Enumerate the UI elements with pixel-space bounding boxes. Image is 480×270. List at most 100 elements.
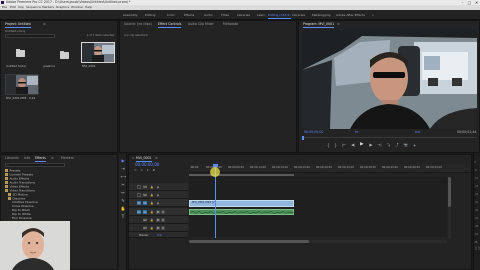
- workspace-tab[interactable]: Audio: [204, 13, 213, 17]
- clip-thumbnail[interactable]: [5, 74, 39, 95]
- panel-menu-icon[interactable]: ≡: [155, 156, 158, 160]
- workspace-tab[interactable]: Titles: [221, 13, 229, 17]
- slip-tool-icon[interactable]: ↔: [121, 190, 126, 195]
- mute-button[interactable]: M: [156, 218, 160, 222]
- quality-select[interactable]: Full: [415, 131, 420, 134]
- eye-icon[interactable]: ◉: [156, 201, 160, 205]
- playhead-marker[interactable]: [302, 135, 304, 140]
- effects-tree-item[interactable]: Film Dissolve: [12, 217, 32, 220]
- workspace-more-button[interactable]: »: [372, 13, 374, 17]
- horizontal-scrollbar[interactable]: [189, 240, 447, 243]
- eye-icon[interactable]: ◉: [156, 193, 160, 197]
- audio-clip[interactable]: [189, 209, 296, 215]
- mute-button[interactable]: M: [156, 210, 160, 214]
- workspace-tab[interactable]: Libraries: [237, 13, 250, 17]
- lift-button[interactable]: ⤵: [387, 143, 391, 148]
- eye-icon[interactable]: ◉: [156, 185, 160, 189]
- program-video-frame[interactable]: [302, 30, 477, 129]
- menu-window[interactable]: Window: [71, 6, 83, 9]
- track-label[interactable]: V2: [143, 193, 147, 197]
- linked-selection-icon[interactable]: ∞: [141, 169, 144, 173]
- lock-icon[interactable]: 🔒: [150, 201, 154, 205]
- tab-effect-controls[interactable]: Effect Controls: [158, 22, 182, 28]
- source-patch-active[interactable]: A1: [137, 210, 141, 214]
- go-to-in-button[interactable]: |←: [342, 143, 346, 148]
- tab-project[interactable]: Project: Untitled: [5, 22, 31, 28]
- source-patch[interactable]: [137, 185, 141, 189]
- ripple-edit-tool-icon[interactable]: ⟷: [121, 174, 127, 179]
- tab-program[interactable]: Program: MVI_0001: [303, 22, 335, 28]
- lock-icon[interactable]: 🔒: [150, 218, 154, 222]
- step-forward-button[interactable]: |▶: [369, 143, 373, 148]
- scrub-bar[interactable]: [302, 135, 477, 140]
- track-label[interactable]: A2: [143, 218, 147, 222]
- menu-clip[interactable]: Clip: [18, 6, 24, 9]
- tab-source[interactable]: Source: (no clips): [124, 22, 152, 26]
- workspace-tab[interactable]: Color: [167, 13, 175, 17]
- track-label[interactable]: V3: [143, 185, 147, 189]
- lock-icon[interactable]: 🔒: [150, 193, 154, 197]
- tab-libraries[interactable]: Libraries: [5, 156, 19, 160]
- solo-left-button[interactable]: S: [475, 247, 477, 250]
- menu-file[interactable]: File: [2, 6, 7, 9]
- scroll-thumb[interactable]: [189, 240, 309, 243]
- mute-button[interactable]: M: [156, 226, 160, 230]
- track-area[interactable]: [189, 177, 447, 237]
- extract-button[interactable]: ⤴: [395, 143, 399, 148]
- go-to-out-button[interactable]: →|: [377, 143, 381, 148]
- workspace-tab[interactable]: Libraries: [292, 13, 305, 17]
- lock-icon[interactable]: 🔒: [150, 226, 154, 230]
- solo-button[interactable]: S: [161, 210, 165, 214]
- clip-thumbnail-selected[interactable]: [81, 42, 115, 63]
- search-input[interactable]: ⌕: [5, 34, 55, 38]
- track-label[interactable]: A3: [143, 226, 147, 230]
- track-select-tool-icon[interactable]: ⇥: [121, 166, 126, 171]
- menu-markers[interactable]: Markers: [42, 6, 54, 9]
- panel-menu-icon[interactable]: ≡: [51, 156, 54, 160]
- workspace-tab[interactable]: Learn: [257, 13, 265, 17]
- menu-help[interactable]: Help: [85, 6, 92, 9]
- workspace-tab[interactable]: Editing: [145, 13, 155, 17]
- track-label[interactable]: V1: [143, 201, 147, 205]
- selection-tool-icon[interactable]: ▶: [121, 158, 126, 163]
- camera-icon[interactable]: 📷: [404, 143, 408, 148]
- menu-edit[interactable]: Edit: [10, 6, 16, 9]
- workspace-tab[interactable]: Adobe After Effects: [336, 13, 365, 17]
- workspace-tab[interactable]: Effects: [184, 13, 194, 17]
- zoom-fit-select[interactable]: Fit: [355, 131, 359, 134]
- solo-button[interactable]: S: [161, 218, 165, 222]
- close-icon[interactable]: ×: [132, 156, 135, 160]
- sequence-timecode[interactable]: 00;00;00;00: [135, 163, 159, 167]
- play-button[interactable]: ▶: [360, 143, 363, 148]
- lock-icon[interactable]: 🔒: [150, 210, 154, 214]
- track-label[interactable]: A1: [143, 210, 147, 214]
- lock-icon[interactable]: 🔒: [150, 185, 154, 189]
- program-timecode[interactable]: 00;00;00;00: [304, 130, 323, 134]
- workspace-tab[interactable]: Metalogging: [312, 13, 331, 17]
- menu-graphics[interactable]: Graphics: [56, 6, 69, 9]
- scroll-thumb[interactable]: [448, 177, 451, 207]
- snap-icon[interactable]: ⊃: [134, 169, 137, 173]
- step-back-button[interactable]: ◀|: [351, 143, 355, 148]
- pen-tool-icon[interactable]: ✎: [121, 198, 126, 203]
- source-patch[interactable]: [137, 193, 141, 197]
- add-marker-icon[interactable]: ▾: [147, 169, 149, 173]
- tab-markers[interactable]: Markers: [61, 156, 74, 160]
- effects-search-input[interactable]: ⌕: [5, 163, 65, 167]
- tab-metadata[interactable]: Metadata: [223, 22, 238, 26]
- mark-out-button[interactable]: }: [335, 143, 338, 148]
- bin-item[interactable]: [5, 42, 35, 63]
- bin-item[interactable]: [41, 42, 71, 63]
- menu-sequence[interactable]: Sequence: [26, 6, 41, 9]
- master-volume[interactable]: 0.0: [157, 233, 161, 237]
- source-patch-active[interactable]: V1: [137, 201, 141, 205]
- video-clip[interactable]: MVI_0001.MP4 [V]: [189, 200, 294, 207]
- vertical-scrollbar[interactable]: [448, 177, 451, 238]
- mark-in-button[interactable]: {: [327, 143, 330, 148]
- wrench-icon[interactable]: ⚙: [153, 169, 156, 173]
- panel-menu-icon[interactable]: ≡: [43, 22, 46, 26]
- hand-tool-icon[interactable]: ✋: [121, 206, 126, 211]
- tab-info[interactable]: Info: [24, 156, 30, 160]
- tab-effects[interactable]: Effects: [35, 156, 46, 162]
- solo-button[interactable]: S: [161, 226, 165, 230]
